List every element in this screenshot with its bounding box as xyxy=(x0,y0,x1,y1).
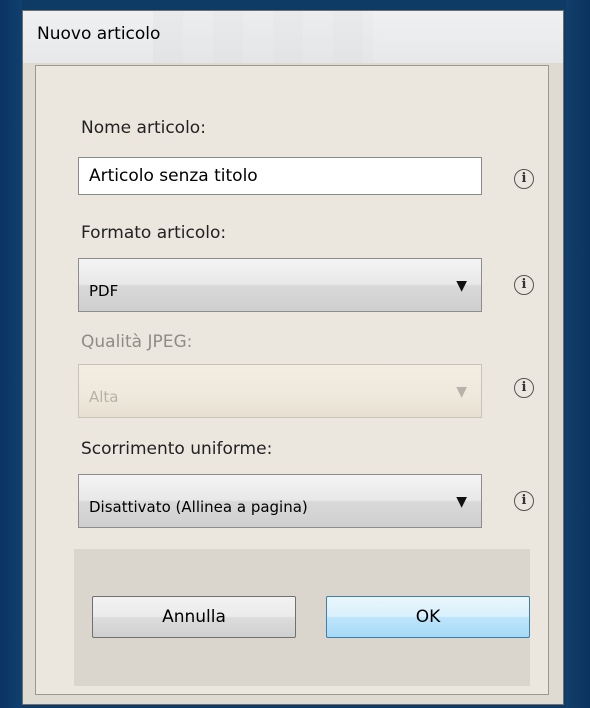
smooth-scroll-label: Scorrimento uniforme: xyxy=(81,439,273,459)
article-format-selected-value: PDF xyxy=(89,282,119,300)
jpeg-quality-dropdown: Alta ▼ xyxy=(78,364,482,418)
article-name-input[interactable] xyxy=(78,157,482,195)
dialog-content-panel: Nome articolo: i Formato articolo: PDF ▼… xyxy=(35,65,549,695)
article-format-dropdown[interactable]: PDF ▼ xyxy=(78,258,482,312)
jpeg-quality-info-icon[interactable]: i xyxy=(514,378,534,398)
new-article-dialog: Nuovo articolo Nome articolo: i Formato … xyxy=(22,10,564,705)
smooth-scroll-selected-value: Disattivato (Allinea a pagina) xyxy=(89,498,308,516)
dialog-title: Nuovo articolo xyxy=(37,24,161,44)
jpeg-quality-selected-value: Alta xyxy=(89,388,119,406)
dialog-button-area: Annulla OK xyxy=(74,549,530,686)
dropdown-arrow-icon: ▼ xyxy=(456,278,467,294)
desktop-background-right xyxy=(566,0,590,708)
dialog-titlebar[interactable]: Nuovo articolo xyxy=(23,11,563,63)
desktop-background-left xyxy=(0,0,22,708)
smooth-scroll-info-icon[interactable]: i xyxy=(514,491,534,511)
titlebar-background-pattern xyxy=(153,11,373,63)
article-name-label: Nome articolo: xyxy=(81,118,206,138)
article-format-label: Formato articolo: xyxy=(81,223,227,243)
cancel-button[interactable]: Annulla xyxy=(92,596,296,638)
dropdown-arrow-icon: ▼ xyxy=(456,384,467,400)
jpeg-quality-label: Qualità JPEG: xyxy=(81,332,193,352)
dropdown-arrow-icon: ▼ xyxy=(456,494,467,510)
article-format-info-icon[interactable]: i xyxy=(514,275,534,295)
smooth-scroll-dropdown[interactable]: Disattivato (Allinea a pagina) ▼ xyxy=(78,474,482,528)
ok-button[interactable]: OK xyxy=(326,596,530,638)
article-name-info-icon[interactable]: i xyxy=(514,169,534,189)
